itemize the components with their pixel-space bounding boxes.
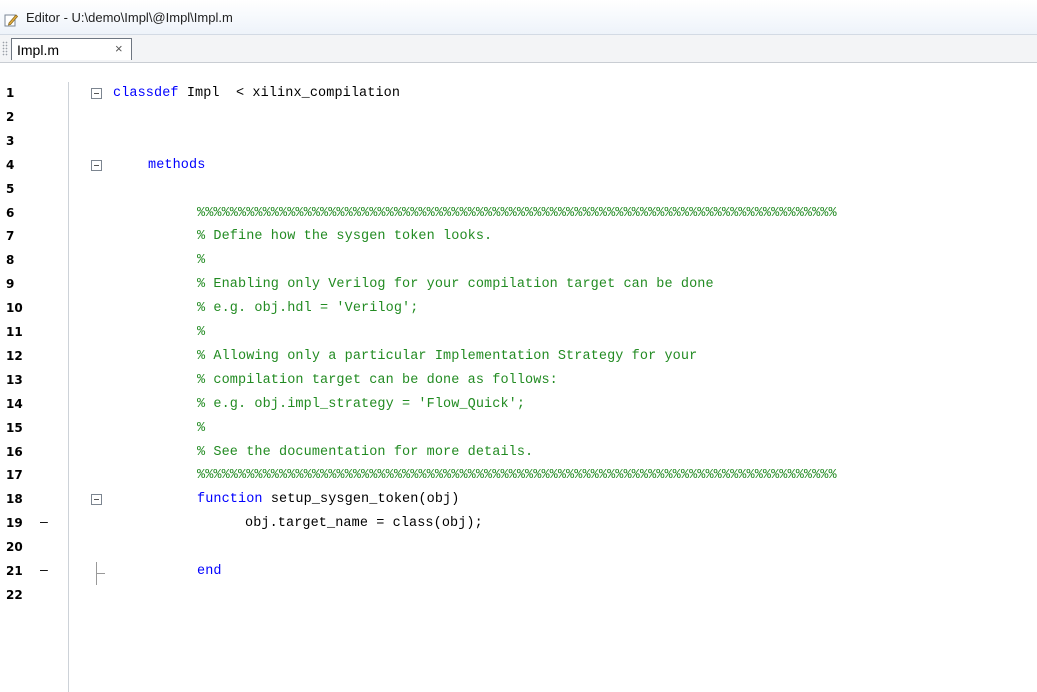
code-line-21[interactable]: 21 – end xyxy=(0,562,1037,585)
window-title: Editor - U:\demo\Impl\@Impl\Impl.m xyxy=(26,10,233,25)
code-text: % xyxy=(197,253,205,268)
line-number: 22 xyxy=(6,587,23,602)
line-number: 19 xyxy=(6,516,23,531)
code-line-13[interactable]: 13 % compilation target can be done as fo… xyxy=(0,371,1037,394)
fold-toggle-icon[interactable] xyxy=(91,88,102,99)
line-number: 3 xyxy=(6,133,15,148)
code-text: classdef Impl < xilinx_compilation xyxy=(113,86,400,101)
comment-token: % compilation target can be done as foll… xyxy=(197,372,558,388)
keyword-token: classdef xyxy=(113,86,179,101)
code-text: end xyxy=(197,564,222,579)
code-text: % compilation target can be done as foll… xyxy=(197,373,558,388)
tab-grip-handle[interactable] xyxy=(2,41,8,56)
editor-pencil-icon xyxy=(4,14,18,27)
line-number: 6 xyxy=(6,205,15,220)
code-text: % See the documentation for more details… xyxy=(197,445,533,460)
code-token: obj.target_name = class(obj); xyxy=(245,516,483,532)
close-tab-icon[interactable]: × xyxy=(115,41,123,56)
fold-end-marker xyxy=(96,562,109,585)
line-number: 21 xyxy=(6,564,23,578)
code-text: % xyxy=(197,421,205,436)
code-text: % xyxy=(197,325,205,340)
line-number: 1 xyxy=(6,86,15,100)
breakpoint-dash-marker[interactable]: – xyxy=(40,515,48,530)
code-line-12[interactable]: 12 % Allowing only a particular Implement… xyxy=(0,347,1037,370)
code-line-2[interactable]: 2 xyxy=(0,108,1037,131)
line-number: 13 xyxy=(6,372,23,387)
code-line-16[interactable]: 16 % See the documentation for more detai… xyxy=(0,443,1037,466)
code-line-9[interactable]: 9 % Enabling only Verilog for your compil… xyxy=(0,275,1037,298)
code-line-20[interactable]: 20 xyxy=(0,538,1037,561)
code-line-1[interactable]: 1 classdef Impl < xilinx_compilation xyxy=(0,84,1037,107)
line-number: 18 xyxy=(6,492,23,507)
code-line-5[interactable]: 5 xyxy=(0,180,1037,203)
editor-title-bar: Editor - U:\demo\Impl\@Impl\Impl.m xyxy=(0,0,1037,35)
code-text: function setup_sysgen_token(obj) xyxy=(197,492,459,507)
breakpoint-dash-marker[interactable]: – xyxy=(40,563,48,578)
code-line-10[interactable]: 10 % e.g. obj.hdl = 'Verilog'; xyxy=(0,299,1037,322)
code-text: %%%%%%%%%%%%%%%%%%%%%%%%%%%%%%%%%%%%%%%%… xyxy=(197,468,837,483)
code-line-8[interactable]: 8% xyxy=(0,251,1037,274)
line-number: 15 xyxy=(6,420,23,435)
code-line-14[interactable]: 14 % e.g. obj.impl_strategy = 'Flow_Quick… xyxy=(0,395,1037,418)
code-line-18[interactable]: 18 function setup_sysgen_token(obj) xyxy=(0,490,1037,513)
code-line-15[interactable]: 15% xyxy=(0,419,1037,442)
code-text: % e.g. obj.hdl = 'Verilog'; xyxy=(197,301,418,316)
comment-token: % e.g. obj.hdl = 'Verilog'; xyxy=(197,301,419,317)
code-text: % e.g. obj.impl_strategy = 'Flow_Quick'; xyxy=(197,397,525,412)
line-number: 20 xyxy=(6,540,23,555)
line-number: 4 xyxy=(6,157,15,172)
code-text: % Allowing only a particular Implementat… xyxy=(197,349,697,364)
keyword-token: end xyxy=(197,564,222,579)
tab-label: Impl.m xyxy=(17,42,59,58)
line-number: 2 xyxy=(6,109,15,124)
code-line-19[interactable]: 19 – obj.target_name = class(obj); xyxy=(0,514,1037,537)
line-number: 7 xyxy=(6,229,15,244)
line-number: 12 xyxy=(6,348,23,363)
code-text: %%%%%%%%%%%%%%%%%%%%%%%%%%%%%%%%%%%%%%%%… xyxy=(197,206,837,221)
document-tab-bar: Impl.m × xyxy=(0,35,1037,63)
comment-token: %%%%%%%%%%%%%%%%%%%%%%%%%%%%%%%%%%%%%%%%… xyxy=(197,205,837,221)
line-number: 17 xyxy=(6,468,23,483)
line-number: 5 xyxy=(6,181,15,196)
comment-token: % xyxy=(197,253,206,269)
keyword-token: methods xyxy=(148,157,206,173)
comment-token: %%%%%%%%%%%%%%%%%%%%%%%%%%%%%%%%%%%%%%%%… xyxy=(197,468,837,484)
code-line-3[interactable]: 3 xyxy=(0,132,1037,155)
code-line-7[interactable]: 7 % Define how the sysgen token looks. xyxy=(0,227,1037,250)
code-text: % Enabling only Verilog for your compila… xyxy=(197,277,714,292)
code-line-4[interactable]: 4 methods xyxy=(0,156,1037,179)
line-number: 8 xyxy=(6,253,15,268)
comment-token: % See the documentation for more details… xyxy=(197,444,534,460)
fold-toggle-icon[interactable] xyxy=(91,494,102,506)
keyword-token: function xyxy=(197,492,263,508)
code-line-6[interactable]: 6%%%%%%%%%%%%%%%%%%%%%%%%%%%%%%%%%%%%%%%… xyxy=(0,204,1037,227)
fold-toggle-icon[interactable] xyxy=(91,159,102,171)
code-token: Impl < xilinx_compilation xyxy=(178,86,401,101)
code-text: obj.target_name = class(obj); xyxy=(245,516,483,531)
code-line-11[interactable]: 11% xyxy=(0,323,1037,346)
line-number: 16 xyxy=(6,444,23,459)
line-number: 11 xyxy=(6,325,23,339)
comment-token: % e.g. obj.impl_strategy = 'Flow_Quick'; xyxy=(197,396,526,412)
comment-token: % Define how the sysgen token looks. xyxy=(197,229,493,245)
comment-token: % Enabling only Verilog for your compila… xyxy=(197,277,714,293)
tab-impl-m[interactable]: Impl.m × xyxy=(11,38,132,60)
code-token: setup_sysgen_token(obj) xyxy=(262,492,460,508)
comment-token: % xyxy=(197,420,206,436)
code-text: % Define how the sysgen token looks. xyxy=(197,229,492,244)
code-text: methods xyxy=(148,158,205,173)
code-line-22[interactable]: 22 xyxy=(0,586,1037,609)
code-line-17[interactable]: 17%%%%%%%%%%%%%%%%%%%%%%%%%%%%%%%%%%%%%%… xyxy=(0,466,1037,489)
line-number: 14 xyxy=(6,396,23,411)
comment-token: % Allowing only a particular Implementat… xyxy=(197,348,698,364)
line-number: 9 xyxy=(6,277,15,292)
comment-token: % xyxy=(197,325,206,340)
line-number: 10 xyxy=(6,301,23,316)
